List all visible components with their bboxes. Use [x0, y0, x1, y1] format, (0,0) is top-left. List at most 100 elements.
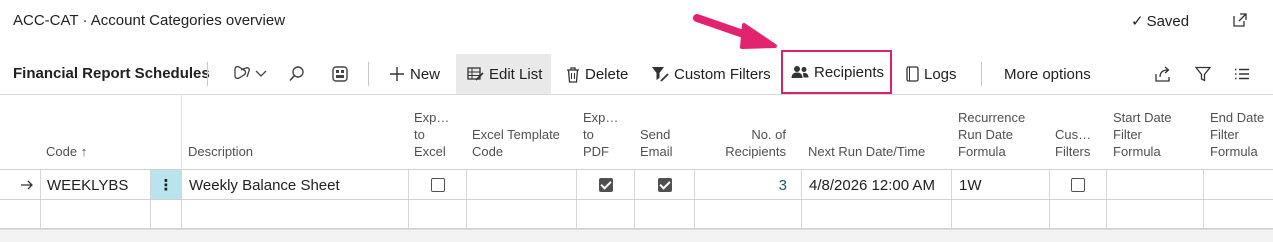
plus-icon	[389, 66, 405, 82]
next-run-cell[interactable]: 4/8/2026 12:00 AM	[801, 170, 951, 200]
filter-button[interactable]	[1195, 54, 1211, 94]
send-email-checkbox[interactable]	[657, 178, 672, 192]
more-options-button[interactable]: More options	[1004, 54, 1091, 94]
table-row[interactable]: WEEKLYBS ⋮ Weekly Balance Sheet 3 4/8/20…	[0, 169, 1273, 200]
document-icon	[906, 66, 919, 82]
start-date-cell[interactable]	[1106, 170, 1203, 200]
end-date-cell[interactable]	[1203, 200, 1273, 230]
custom-filters-button[interactable]: Custom Filters	[651, 54, 771, 94]
code-cell[interactable]: WEEKLYBS	[40, 170, 150, 200]
delete-label: Delete	[585, 65, 629, 83]
recipients-count-cell[interactable]: 3	[694, 170, 801, 200]
row-actions-cell[interactable]	[150, 200, 181, 230]
column-header-end-date[interactable]: End Date Filter Formula	[1210, 109, 1264, 160]
excel-template-cell[interactable]	[466, 200, 576, 230]
header-line: Formula	[1210, 144, 1258, 159]
recurrence-cell[interactable]	[951, 200, 1049, 230]
divider	[981, 62, 982, 86]
new-label: New	[410, 65, 441, 83]
export-excel-cell[interactable]	[408, 170, 466, 200]
header-line: Exp…	[583, 110, 619, 125]
end-date-cell[interactable]	[1203, 170, 1273, 200]
header-line: End Date	[1210, 110, 1265, 125]
excel-template-cell[interactable]	[466, 170, 576, 200]
custom-filters-cell[interactable]	[1049, 200, 1106, 230]
divider	[368, 62, 369, 86]
start-date-cell[interactable]	[1106, 200, 1203, 230]
grid-footer	[0, 229, 1273, 242]
header-divider	[181, 94, 182, 168]
header-line: Filter	[1113, 127, 1142, 142]
column-header-description[interactable]: Description	[188, 143, 253, 160]
column-header-next-run[interactable]: Next Run Date/Time	[808, 143, 925, 160]
custom-filters-checkbox[interactable]	[1071, 178, 1085, 192]
send-email-cell[interactable]	[634, 200, 694, 230]
description-cell[interactable]: Weekly Balance Sheet	[181, 170, 408, 200]
personalize-button[interactable]	[331, 54, 349, 94]
logs-button[interactable]: Logs	[906, 54, 957, 94]
new-button[interactable]: New	[389, 54, 440, 94]
header-line: Code	[472, 144, 504, 159]
check-icon: ✓	[1131, 13, 1144, 30]
title-bar: ACC-CAT · Account Categories overview ✓ S…	[0, 0, 1273, 42]
header-line: to	[583, 127, 594, 142]
recipients-label: Recipients	[814, 63, 885, 81]
edit-list-label: Edit List	[489, 65, 543, 83]
header-line: Recurrence	[958, 110, 1026, 125]
column-header-start-date[interactable]: Start Date Filter Formula	[1113, 109, 1172, 160]
header-line: Start Date	[1113, 110, 1172, 125]
description-cell[interactable]	[181, 200, 408, 230]
column-header-export-pdf[interactable]: Exp… to PDF	[583, 109, 618, 160]
search-icon	[288, 65, 306, 83]
list-view-button[interactable]	[1234, 54, 1250, 94]
header-line: Filter	[1210, 127, 1239, 142]
header-line: Send	[640, 127, 671, 142]
export-pdf-checkbox[interactable]	[598, 178, 613, 192]
recurrence-cell[interactable]: 1W	[951, 170, 1049, 200]
custom-filters-cell[interactable]	[1049, 170, 1106, 200]
header-line: PDF	[583, 144, 609, 159]
filter-icon	[1195, 66, 1211, 82]
people-icon	[791, 65, 809, 79]
column-header-recurrence[interactable]: Recurrence Run Date Formula	[958, 109, 1025, 160]
search-button[interactable]	[288, 54, 306, 94]
chevron-down-icon	[255, 70, 267, 78]
export-pdf-cell[interactable]	[576, 170, 634, 200]
header-line: to	[414, 127, 425, 142]
export-excel-checkbox[interactable]	[430, 178, 445, 192]
saved-label: Saved	[1146, 13, 1190, 30]
header-line: Filters	[1055, 144, 1091, 159]
recipients-count-cell[interactable]	[694, 200, 801, 230]
column-header-send-email[interactable]: Send Email	[640, 126, 673, 160]
table-row-empty[interactable]	[0, 199, 1273, 230]
column-header-code[interactable]: Code ↑	[46, 143, 87, 160]
divider	[207, 62, 208, 86]
share-button[interactable]	[1154, 54, 1172, 94]
filter-edit-icon	[651, 66, 669, 83]
code-cell[interactable]	[40, 200, 150, 230]
saved-status: ✓ Saved	[1131, 12, 1189, 30]
column-header-recipients[interactable]: No. of Recipients	[700, 126, 786, 160]
page-title: ACC-CAT · Account Categories overview	[13, 12, 286, 29]
page-caption: Financial Report Schedules	[13, 65, 210, 82]
header-line: Formula	[1113, 144, 1161, 159]
current-row-arrow-icon	[13, 170, 40, 200]
header-line: Formula	[958, 144, 1006, 159]
column-header-custom-filters[interactable]: Cus… Filters	[1055, 126, 1091, 160]
more-options-label: More options	[1004, 65, 1091, 83]
share-menu-button[interactable]	[232, 54, 267, 94]
export-excel-cell[interactable]	[408, 200, 466, 230]
popout-icon[interactable]	[1232, 12, 1248, 33]
share-icon	[232, 65, 252, 83]
next-run-cell[interactable]	[801, 200, 951, 230]
column-header-excel-template[interactable]: Excel Template Code	[472, 126, 560, 160]
custom-filters-label: Custom Filters	[674, 65, 771, 83]
recipients-button[interactable]: Recipients	[781, 50, 892, 94]
column-header-export-excel[interactable]: Exp… to Excel	[414, 109, 449, 160]
send-email-cell[interactable]	[634, 170, 694, 200]
export-pdf-cell[interactable]	[576, 200, 634, 230]
row-actions-button[interactable]: ⋮	[150, 170, 181, 200]
delete-button[interactable]: Delete	[566, 54, 628, 94]
header-line: Excel Template	[472, 127, 560, 142]
edit-list-button[interactable]: Edit List	[456, 54, 551, 94]
